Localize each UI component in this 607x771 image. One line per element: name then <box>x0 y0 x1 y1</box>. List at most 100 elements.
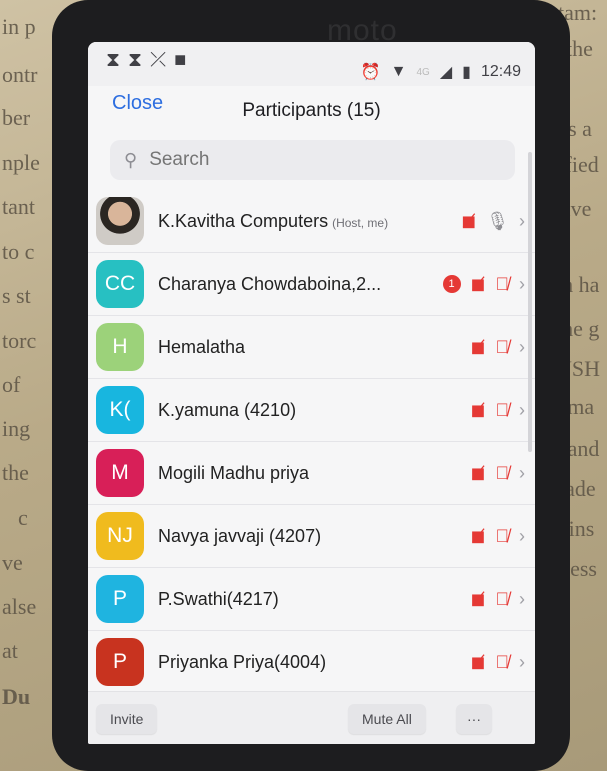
paper-word: the <box>2 460 29 485</box>
participant-controls: ◼̸ 🎙̸ › <box>471 568 525 630</box>
paper-word: nple <box>2 150 40 175</box>
paper-word: at <box>2 638 18 663</box>
paper-word: alse <box>2 594 37 619</box>
invite-button[interactable]: Invite <box>96 704 158 734</box>
paper-word: ber <box>2 105 31 130</box>
paper-word: the <box>566 36 593 61</box>
page-title: Participants (15) <box>242 100 381 121</box>
mic-off-icon: 🎙̸ <box>495 336 510 357</box>
participant-role: (Host, me) <box>332 215 389 230</box>
scrollbar[interactable] <box>528 152 532 452</box>
chevron-right-icon[interactable]: › <box>519 463 525 484</box>
participant-row[interactable]: P P.Swathi(4217) ◼̸ 🎙̸ › <box>88 568 535 631</box>
avatar: K( <box>96 386 144 434</box>
paper-word: s st <box>2 283 31 308</box>
chevron-right-icon[interactable]: › <box>519 211 525 232</box>
paper-word: in p <box>2 14 36 39</box>
avatar: M <box>96 449 144 497</box>
avatar: NJ <box>96 512 144 560</box>
search-input[interactable] <box>147 148 452 172</box>
paper-word: Du <box>2 684 31 709</box>
participant-controls: ◼̸ 🎙̸ › <box>471 316 525 378</box>
more-options-button[interactable]: ··· <box>456 704 492 734</box>
participant-row[interactable]: M Mogili Madhu priya ◼̸ 🎙̸ › <box>88 442 535 505</box>
video-off-icon: ◼̸ <box>470 525 486 546</box>
participant-controls: ◼̸ 🎙̸ › <box>471 505 525 567</box>
phone-screen: ⧗ ⧗ ⤫ ■ ⏰ ▼ 4G ◢ ▮ 12:49 Close Participa… <box>88 42 535 744</box>
paper-word: tant <box>2 194 35 219</box>
chevron-right-icon[interactable]: › <box>519 274 525 295</box>
alarm-icon: ⏰ <box>360 64 381 81</box>
avatar: CC <box>96 260 144 308</box>
participant-name: Priyanka Priya(4004) <box>158 651 327 672</box>
video-off-icon: ◼̸ <box>470 462 486 483</box>
participant-name: K.Kavitha Computers (Host, me) <box>158 210 389 231</box>
avatar: H <box>96 323 144 371</box>
participant-name: Charanya Chowdaboina,2... <box>158 273 382 294</box>
participant-name: Navya javvaji (4207) <box>158 525 322 546</box>
mute-all-button[interactable]: Mute All <box>348 704 426 734</box>
participant-name: K.yamuna (4210) <box>158 399 297 420</box>
participant-row[interactable]: CC Charanya Chowdaboina,2... 1 ◼̸ 🎙̸ › <box>88 253 535 316</box>
participant-row[interactable]: K( K.yamuna (4210) ◼̸ 🎙̸ › <box>88 379 535 442</box>
video-off-icon: ◼̸ <box>470 651 486 672</box>
chevron-right-icon[interactable]: › <box>519 652 525 673</box>
mic-off-icon: 🎙̸ <box>495 588 510 609</box>
mic-off-icon: 🎙̸ <box>495 651 510 672</box>
mic-off-icon: 🎙̸ <box>495 462 510 483</box>
paper-word: of <box>2 372 21 397</box>
mic-off-icon: 🎙̸ <box>495 273 510 294</box>
battery-icon: ▮ <box>462 64 471 81</box>
missed-call-icon: ⤫ <box>150 49 167 71</box>
network-type: 4G <box>416 66 430 78</box>
paper-word: torc <box>2 328 37 353</box>
participant-row[interactable]: K.Kavitha Computers (Host, me) ◼̸ 🎙 › <box>88 190 535 253</box>
participant-controls: 1 ◼̸ 🎙̸ › <box>442 253 525 315</box>
participant-controls: ◼̸ 🎙̸ › <box>471 379 525 441</box>
participant-controls: ◼̸ 🎙 › <box>461 190 525 252</box>
participant-controls: ◼̸ 🎙̸ › <box>471 631 525 693</box>
participant-row[interactable]: H Hemalatha ◼̸ 🎙̸ › <box>88 316 535 379</box>
avatar <box>96 197 144 245</box>
participant-name: Mogili Madhu priya <box>158 462 310 483</box>
status-bar: ⧗ ⧗ ⤫ ■ ⏰ ▼ 4G ◢ ▮ 12:49 <box>88 42 535 86</box>
notification-icons: ⧗ ⧗ ⤫ ■ <box>106 50 186 70</box>
chevron-right-icon[interactable]: › <box>519 526 525 547</box>
paper-word: ing <box>2 416 31 441</box>
avatar: P <box>96 575 144 623</box>
mic-off-icon: 🎙̸ <box>495 525 510 546</box>
paper-word: ontr <box>2 62 38 87</box>
message-badge: 1 <box>442 275 461 293</box>
chevron-right-icon[interactable]: › <box>519 400 525 421</box>
wifi-icon: ▼ <box>390 63 407 80</box>
signal-icon: ◢ <box>439 64 453 81</box>
participant-controls: ◼̸ 🎙̸ › <box>471 442 525 504</box>
video-off-icon: ◼̸ <box>461 210 477 231</box>
participant-name: Hemalatha <box>158 336 246 357</box>
participant-name: P.Swathi(4217) <box>158 588 279 609</box>
mic-off-icon: 🎙̸ <box>495 399 510 420</box>
paper-word: c <box>18 505 28 530</box>
status-icons: ⏰ ▼ 4G ◢ ▮ 12:49 <box>361 62 521 82</box>
video-off-icon: ◼̸ <box>470 399 486 420</box>
status-time: 12:49 <box>480 63 521 80</box>
video-off-icon: ◼̸ <box>470 273 486 294</box>
wifi-notification-icon: ⧗ <box>106 49 121 71</box>
search-icon: ⚲ <box>124 149 138 170</box>
participant-row[interactable]: P Priyanka Priya(4004) ◼̸ 🎙̸ › <box>88 631 535 694</box>
video-camera-icon: ■ <box>174 49 187 71</box>
avatar: P <box>96 638 144 686</box>
participant-list: K.Kavitha Computers (Host, me) ◼̸ 🎙 › CC … <box>88 190 535 694</box>
mic-icon: 🎙 <box>486 210 509 231</box>
search-bar[interactable]: ⚲ <box>110 140 515 180</box>
paper-word: to c <box>2 239 35 264</box>
video-off-icon: ◼̸ <box>470 588 486 609</box>
wifi-notification-icon: ⧗ <box>128 49 143 71</box>
chevron-right-icon[interactable]: › <box>519 337 525 358</box>
video-off-icon: ◼̸ <box>470 336 486 357</box>
paper-word: ve <box>2 550 23 575</box>
participant-row[interactable]: NJ Navya javvaji (4207) ◼̸ 🎙̸ › <box>88 505 535 568</box>
chevron-right-icon[interactable]: › <box>519 589 525 610</box>
participants-header: Close Participants (15) <box>88 86 535 128</box>
bottom-toolbar: Invite Mute All ··· <box>88 691 535 744</box>
